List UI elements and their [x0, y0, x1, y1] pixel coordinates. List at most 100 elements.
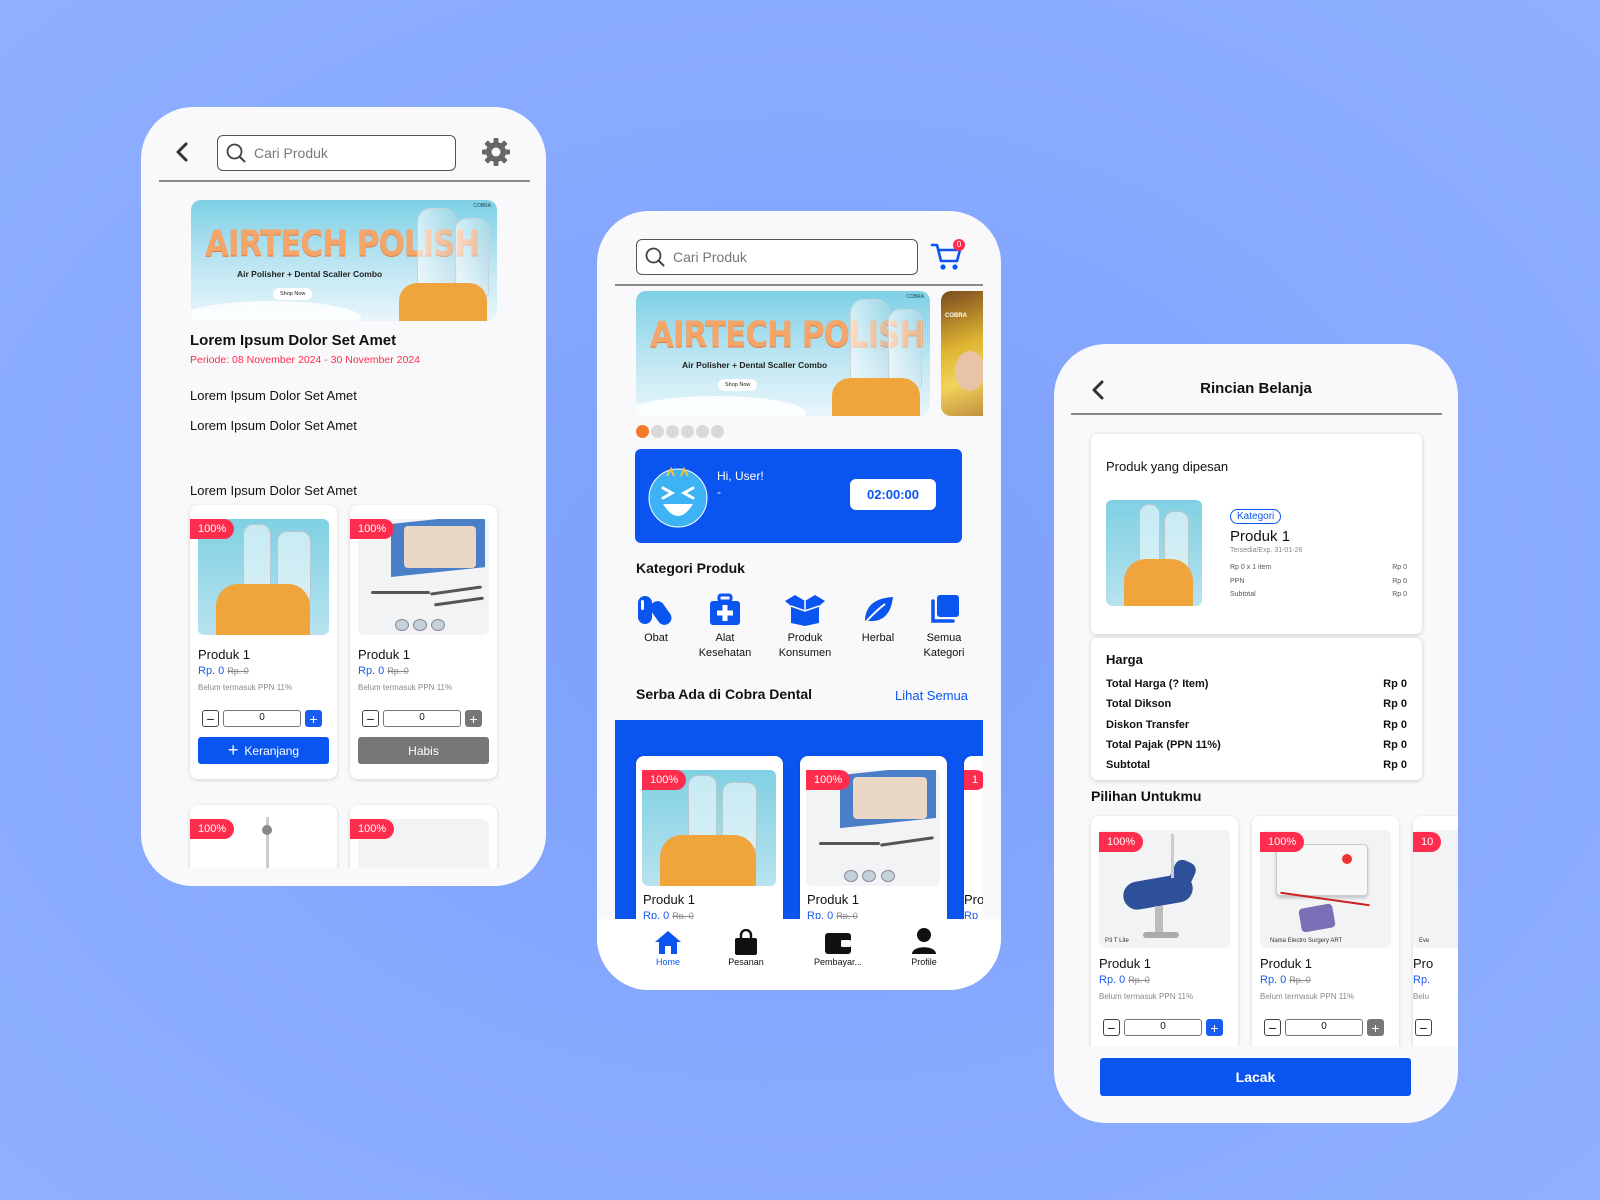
- tax-note: Belum termasuk PPN 11%: [198, 683, 293, 692]
- picks-carousel: P3 T Lite 100% Produk 1 Rp. 0 Rp. 0 Belum…: [1054, 814, 1458, 1046]
- promo-line: Lorem Ipsum Dolor Set Amet: [190, 388, 357, 403]
- see-all-link[interactable]: Lihat Semua: [895, 688, 968, 703]
- out-of-stock-button[interactable]: Habis: [358, 737, 489, 764]
- category-produk-konsumen[interactable]: Produk Konsumen: [768, 593, 842, 661]
- section-heading: Serba Ada di Cobra Dental: [636, 686, 813, 702]
- minus-button[interactable]: −: [362, 710, 379, 727]
- greeting-text: Hi, User!: [717, 469, 764, 483]
- quantity-stepper[interactable]: −: [1415, 1019, 1432, 1036]
- promo-banner[interactable]: AIRTECH POLISH Air Polisher + Dental Sca…: [191, 200, 497, 321]
- ordered-heading: Produk yang dipesan: [1106, 459, 1229, 474]
- product-name: Produk 1: [1099, 956, 1152, 971]
- quantity-stepper[interactable]: − 0 +: [1103, 1019, 1223, 1036]
- next-banner-peek[interactable]: COBRA: [941, 291, 983, 416]
- nav-label: Home: [655, 957, 680, 967]
- product-card[interactable]: Eve 10 Pro Rp. Belu −: [1413, 816, 1458, 1046]
- category-alat-kesehatan[interactable]: Alat Kesehatan: [688, 593, 762, 661]
- product-card[interactable]: 100% Produk 1 Rp. 0 Rp. 0 Belum termasuk …: [350, 505, 497, 779]
- carousel-dots[interactable]: [636, 425, 724, 438]
- breakdown-value: Rp 0: [1392, 578, 1407, 585]
- product-card[interactable]: 100% Produk 1 Rp. 0 Rp. 0: [636, 756, 783, 930]
- old-price: Rp. 0: [1289, 975, 1311, 985]
- product-price: Rp. 0 Rp. 0: [358, 665, 409, 677]
- banner-shop-button[interactable]: Shop Now: [718, 379, 758, 391]
- discount-badge: 100%: [350, 819, 395, 839]
- discount-badge: 1: [964, 770, 983, 790]
- product-name: Produk 1: [198, 647, 251, 662]
- nav-label: Pesanan: [728, 957, 764, 967]
- countdown-timer: 02:00:00: [850, 479, 936, 510]
- stock-exp: Tersedia/Exp. 31-01-26: [1230, 547, 1303, 554]
- category-herbal[interactable]: Herbal: [841, 593, 915, 646]
- discount-badge: 100%: [350, 519, 395, 539]
- bag-icon: [735, 929, 757, 955]
- banner-shop-button[interactable]: Shop Now: [273, 288, 313, 300]
- quantity-stepper[interactable]: − 0 +: [362, 710, 482, 727]
- promo-banner[interactable]: AIRTECH POLISH Air Polisher + Dental Sca…: [636, 291, 930, 416]
- nav-pesanan[interactable]: Pesanan: [709, 927, 783, 967]
- promo-detail-screen: Cari Produk AIRTECH POLISH Air Polisher …: [141, 107, 546, 886]
- old-price: Rp. 0: [387, 666, 409, 676]
- category-semua[interactable]: Semua Kategori: [907, 593, 981, 661]
- product-card[interactable]: P3 T Lite 100% Produk 1 Rp. 0 Rp. 0 Belum…: [1091, 816, 1238, 1046]
- medkit-icon: [710, 593, 740, 625]
- cart-count-badge: 0: [953, 239, 965, 251]
- category-obat[interactable]: Obat: [619, 593, 693, 646]
- nav-home[interactable]: Home: [631, 927, 705, 967]
- product-card[interactable]: 1 Pro Rp: [964, 756, 983, 930]
- quantity-field[interactable]: 0: [1124, 1019, 1202, 1036]
- breakdown-value: Rp 0: [1392, 564, 1407, 571]
- add-to-cart-button[interactable]: + Keranjang: [198, 737, 329, 764]
- search-placeholder: Cari Produk: [673, 249, 747, 265]
- quantity-stepper[interactable]: − 0 +: [1264, 1019, 1384, 1036]
- tax-note: Belu: [1413, 992, 1430, 1001]
- summary-value: Rp 0: [1383, 678, 1407, 690]
- minus-button[interactable]: −: [1415, 1019, 1432, 1036]
- user-greeting-card: Hi, User! - 02:00:00: [635, 449, 962, 543]
- image-caption: P3 T Lite: [1105, 938, 1129, 944]
- product-name: Produk 1: [1260, 956, 1313, 971]
- back-icon[interactable]: [174, 141, 190, 168]
- track-button[interactable]: Lacak: [1100, 1058, 1411, 1096]
- gear-icon[interactable]: [481, 137, 511, 172]
- product-card[interactable]: Nama Electro Surgery ART 100% Produk 1 R…: [1252, 816, 1399, 1046]
- leaf-icon: [863, 597, 893, 625]
- summary-label: Total Pajak (PPN 11%): [1106, 739, 1221, 751]
- search-input[interactable]: Cari Produk: [217, 135, 456, 171]
- product-name: Produk 1: [358, 647, 411, 662]
- discount-badge: 100%: [1260, 832, 1305, 852]
- plus-button[interactable]: +: [1206, 1019, 1223, 1036]
- nav-pembayaran[interactable]: Pembayar...: [801, 927, 875, 967]
- product-card[interactable]: 100% Produk 1 Rp. 0 Rp. 0: [800, 756, 947, 930]
- quantity-field[interactable]: 0: [223, 710, 301, 727]
- plus-button[interactable]: +: [1367, 1019, 1384, 1036]
- quantity-field[interactable]: 0: [1285, 1019, 1363, 1036]
- product-card[interactable]: 100% Produk 1 Rp. 0 Rp. 0 Belum termasuk …: [190, 505, 337, 779]
- nav-label: Profile: [911, 957, 937, 967]
- minus-button[interactable]: −: [202, 710, 219, 727]
- plus-icon: +: [227, 740, 239, 760]
- product-name: Pro: [964, 892, 983, 907]
- promo-line: Lorem Ipsum Dolor Set Amet: [190, 483, 357, 498]
- search-input[interactable]: Cari Produk: [636, 239, 918, 275]
- discount-badge: 10: [1413, 832, 1442, 852]
- quantity-field[interactable]: 0: [383, 710, 461, 727]
- plus-button[interactable]: +: [305, 710, 322, 727]
- avatar[interactable]: [647, 466, 709, 533]
- header-divider: [615, 284, 983, 286]
- plus-button[interactable]: +: [465, 710, 482, 727]
- product-carousel: 100% Produk 1 Rp. 0 Rp. 0 100% Produk 1 R…: [615, 720, 983, 930]
- nav-profile[interactable]: Profile: [887, 927, 961, 967]
- category-label: Semua Kategori: [923, 632, 965, 659]
- page-title: Rincian Belanja: [1200, 380, 1312, 397]
- minus-button[interactable]: −: [1264, 1019, 1281, 1036]
- minus-button[interactable]: −: [1103, 1019, 1120, 1036]
- header-divider: [1071, 413, 1442, 415]
- promo-title: Lorem Ipsum Dolor Set Amet: [190, 332, 397, 349]
- banner-subtitle: Air Polisher + Dental Scaller Combo: [682, 360, 828, 370]
- cart-icon[interactable]: 0: [930, 239, 965, 278]
- image-caption: Eve: [1419, 938, 1430, 944]
- product-name: Produk 1: [807, 892, 860, 907]
- quantity-stepper[interactable]: − 0 +: [202, 710, 322, 727]
- category-tag: Kategori: [1230, 509, 1282, 524]
